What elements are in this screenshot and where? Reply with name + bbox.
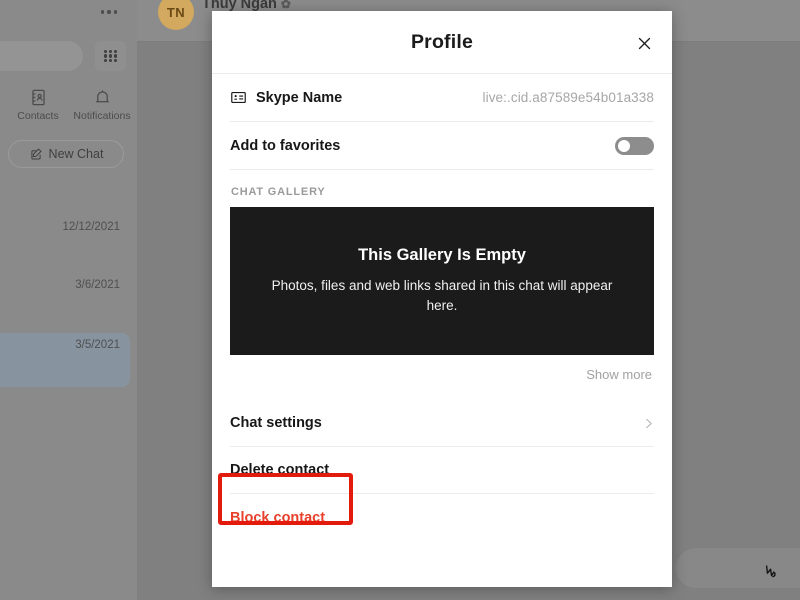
block-contact-label: Block contact: [230, 509, 326, 526]
dialog-body: Skype Name live:.cid.a87589e54b01a338 Ad…: [212, 74, 672, 541]
chat-gallery-section-title: CHAT GALLERY: [231, 186, 326, 198]
more-options-icon[interactable]: [96, 4, 122, 20]
contact-card-icon: [230, 89, 256, 106]
chat-gallery-empty-state: This Gallery Is Empty Photos, files and …: [230, 207, 654, 355]
chevron-right-icon: [643, 418, 654, 429]
dialog-header: Profile: [212, 11, 672, 74]
contact-name-emoji: ✿: [280, 0, 291, 11]
conversation-date: 3/6/2021: [75, 279, 120, 291]
new-chat-button[interactable]: New Chat: [8, 140, 124, 168]
conversation-date: 3/5/2021: [75, 339, 120, 351]
search-input[interactable]: [0, 41, 83, 71]
message-composer[interactable]: [676, 548, 800, 588]
page-title: Profile: [410, 30, 474, 53]
add-to-favorites-label: Add to favorites: [230, 137, 341, 154]
delete-contact-row[interactable]: Delete contact: [230, 447, 654, 494]
add-to-favorites-row[interactable]: Add to favorites: [230, 122, 654, 170]
new-chat-label: New Chat: [48, 147, 104, 161]
delete-contact-label: Delete contact: [230, 462, 330, 478]
app-root: TN Thuy Ngan ✿ Contacts Notifications Ne…: [0, 0, 800, 600]
compose-icon: [29, 147, 43, 161]
list-item[interactable]: 3/5/2021: [0, 333, 130, 387]
chat-settings-label: Chat settings: [230, 415, 322, 431]
profile-dialog: Profile Skype Name live:.cid.a87589e54b0…: [212, 11, 672, 587]
list-item[interactable]: 3/6/2021 n 18s: [0, 273, 130, 327]
dialpad-icon[interactable]: [95, 41, 126, 71]
toggle-knob: [618, 139, 630, 152]
avatar-initials: TN: [166, 4, 186, 20]
close-icon[interactable]: [630, 29, 658, 57]
block-contact-row[interactable]: Block contact: [230, 494, 654, 541]
sidebar-item-label: Notifications: [73, 110, 131, 122]
skype-name-label: Skype Name: [256, 89, 343, 106]
gallery-empty-title: This Gallery Is Empty: [358, 246, 526, 264]
add-to-favorites-toggle[interactable]: [615, 136, 654, 155]
sidebar-item-notifications[interactable]: Notifications: [66, 88, 138, 122]
conversation-date: 12/12/2021: [62, 221, 120, 233]
show-more-row: Show more: [230, 355, 654, 382]
chat-settings-row[interactable]: Chat settings: [230, 400, 654, 447]
sidebar-item-contacts[interactable]: Contacts: [10, 88, 66, 122]
skype-name-value: live:.cid.a87589e54b01a338: [482, 90, 654, 105]
show-more-link[interactable]: Show more: [586, 367, 652, 382]
gallery-empty-subtitle: Photos, files and web links shared in th…: [271, 278, 613, 313]
bell-icon: [93, 88, 112, 107]
list-item[interactable]: 12/12/2021 n 40s: [0, 215, 130, 269]
skype-name-row: Skype Name live:.cid.a87589e54b01a338: [230, 74, 654, 122]
contacts-icon: [29, 88, 48, 107]
sidebar-item-label: Contacts: [17, 110, 59, 122]
